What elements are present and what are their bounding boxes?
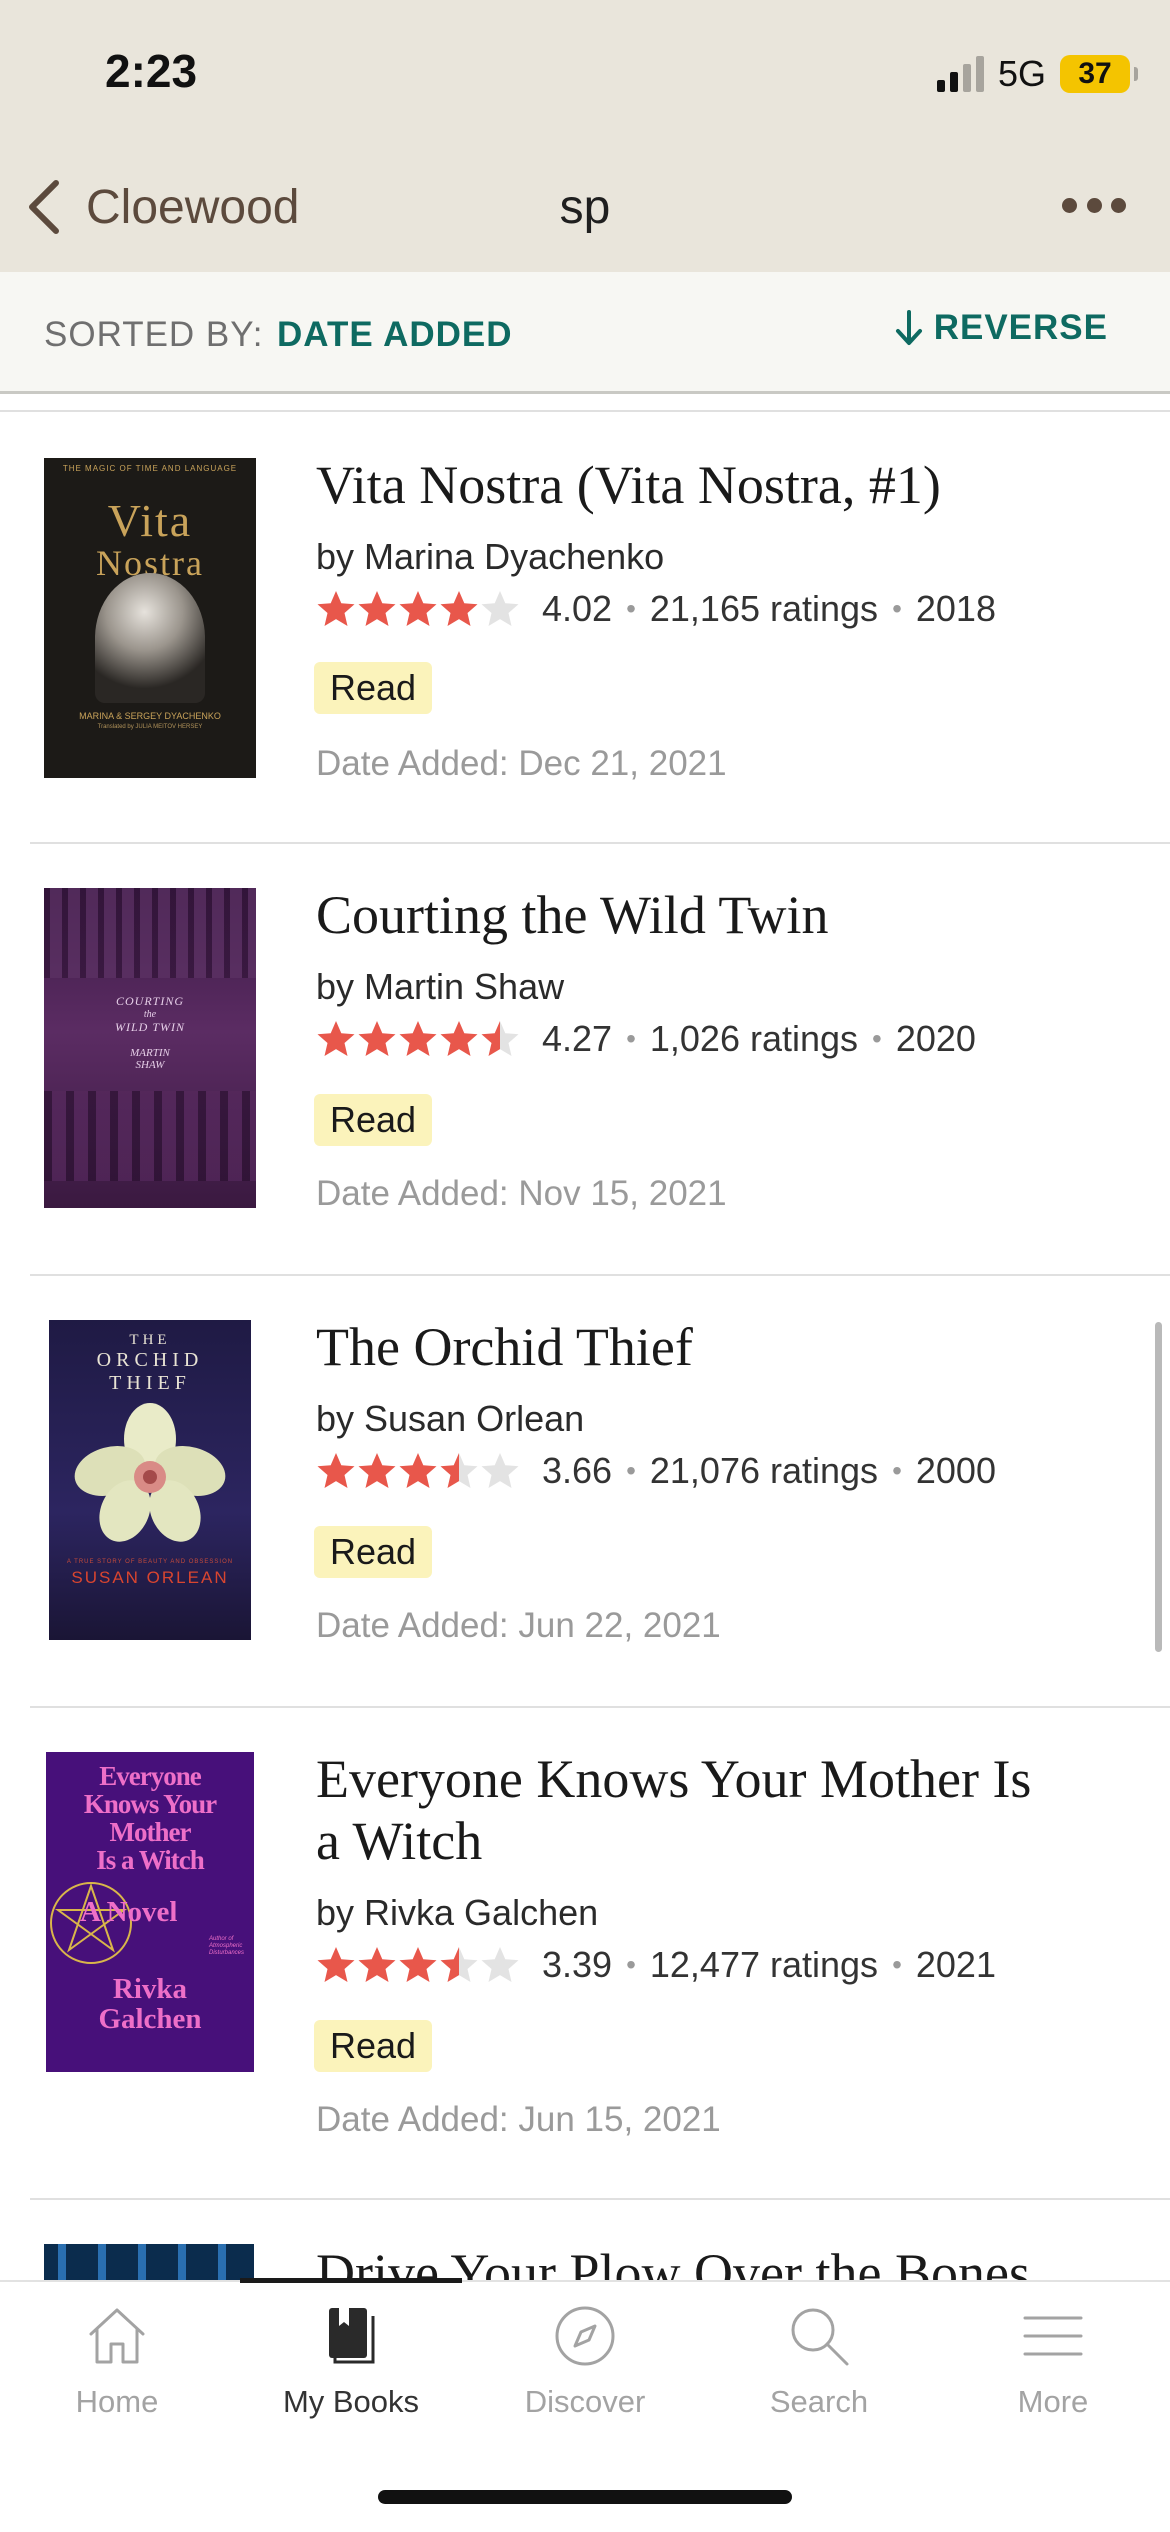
tab-search[interactable]: Search <box>702 2302 936 2442</box>
orchid-icon <box>74 1403 226 1542</box>
book-row-the-orchid-thief[interactable]: THE ORCHID THIEF A TRUE STORY OF BEAUTY … <box>30 1276 1170 1706</box>
reverse-sort-button[interactable]: REVERSE <box>894 308 1108 348</box>
cover-figure <box>95 573 205 703</box>
book-cover[interactable]: THE MAGIC OF TIME AND LANGUAGE Vita Nost… <box>44 458 256 778</box>
reverse-label: REVERSE <box>933 308 1108 347</box>
shelf-status-button[interactable]: Read <box>314 1094 433 1146</box>
rating-row: 4.27 • 1,026 ratings • 2020 <box>316 1018 976 1060</box>
tab-my-books[interactable]: My Books <box>234 2302 468 2442</box>
rating-row: 3.39 • 12,477 ratings • 2021 <box>316 1944 996 1986</box>
book-title[interactable]: Vita Nostra (Vita Nostra, #1) <box>316 454 1130 516</box>
publication-year: 2018 <box>915 588 996 629</box>
date-added: Date Added: Nov 15, 2021 <box>316 1174 727 1213</box>
star-icon <box>317 1947 355 1982</box>
shelf-status-button[interactable]: Read <box>314 2020 433 2072</box>
book-cover[interactable] <box>44 2244 254 2280</box>
star-icon <box>399 1947 437 1982</box>
date-added: Date Added: Dec 21, 2021 <box>316 744 727 783</box>
date-added: Date Added: Jun 15, 2021 <box>316 2100 721 2139</box>
star-icon <box>440 1453 478 1488</box>
star-icon <box>358 1021 396 1056</box>
sort-option-button[interactable]: DATE ADDED <box>277 315 513 355</box>
ratings-count: 21,165 ratings <box>649 588 879 629</box>
publication-year: 2000 <box>915 1450 996 1491</box>
network-type: 5G <box>997 53 1046 94</box>
my-books-icon <box>329 2308 375 2364</box>
star-icon <box>440 1021 478 1056</box>
rating-row: 3.66 • 21,076 ratings • 2000 <box>316 1450 996 1492</box>
avg-rating: 4.27 <box>542 1018 613 1059</box>
page-title: sp <box>559 181 611 234</box>
book-author[interactable]: by Marina Dyachenko <box>316 536 664 578</box>
star-icon <box>317 1453 355 1488</box>
star-icon <box>481 1453 519 1488</box>
star-icon <box>399 1453 437 1488</box>
star-icon <box>440 1947 478 1982</box>
book-title[interactable]: Courting the Wild Twin <box>316 884 1130 946</box>
sort-bar: SORTED BY: DATE ADDED REVERSE <box>0 272 1170 394</box>
star-icon <box>399 1021 437 1056</box>
book-row-everyone-knows-your-mother-is-a-witch[interactable]: Everyone Knows Your Mother Is a Witch A … <box>30 1708 1170 2198</box>
book-row-drive-your-plow-over-the-bones[interactable]: Drive Your Plow Over the Bones <box>30 2200 1170 2280</box>
star-icon <box>481 1021 519 1056</box>
star-icon <box>317 1021 355 1056</box>
compass-icon <box>555 2306 615 2366</box>
book-author[interactable]: by Martin Shaw <box>316 966 564 1008</box>
active-tab-indicator <box>240 2278 462 2283</box>
scrollbar[interactable] <box>1155 1322 1162 1652</box>
book-title[interactable]: Everyone Knows Your Mother Is a Witch <box>316 1748 1130 1872</box>
cellular-signal-icon <box>936 56 984 92</box>
avg-rating: 4.02 <box>542 588 613 629</box>
status-indicators: 5G 37 <box>936 50 1138 98</box>
star-icon <box>358 1453 396 1488</box>
star-icon <box>481 1947 519 1982</box>
star-icon <box>358 1947 396 1982</box>
avg-rating: 3.66 <box>542 1450 613 1491</box>
publication-year: 2020 <box>895 1018 976 1059</box>
publication-year: 2021 <box>915 1944 996 1985</box>
ratings-count: 1,026 ratings <box>649 1018 859 1059</box>
status-time: 2:23 <box>105 45 198 97</box>
top-header: 2:23 5G 37 Cloewood sp <box>0 0 1170 272</box>
tab-discover[interactable]: Discover <box>468 2302 702 2442</box>
star-icon <box>481 591 519 626</box>
star-icon <box>317 591 355 626</box>
book-cover[interactable]: Everyone Knows Your Mother Is a Witch A … <box>46 1752 254 2072</box>
shelf-status-button[interactable]: Read <box>314 662 433 714</box>
book-author[interactable]: by Rivka Galchen <box>316 1892 598 1934</box>
ratings-count: 21,076 ratings <box>649 1450 879 1491</box>
book-list: THE MAGIC OF TIME AND LANGUAGE Vita Nost… <box>0 410 1170 2280</box>
avg-rating: 3.39 <box>542 1944 613 1985</box>
book-author[interactable]: by Susan Orlean <box>316 1398 584 1440</box>
book-title[interactable]: Drive Your Plow Over the Bones <box>316 2242 1130 2280</box>
book-row-courting-the-wild-twin[interactable]: COURTING the WILD TWIN MARTIN SHAW Court… <box>30 844 1170 1274</box>
ratings-count: 12,477 ratings <box>649 1944 879 1985</box>
arrow-down-icon <box>895 310 922 345</box>
sort-label: SORTED BY: <box>44 315 264 354</box>
star-rating <box>316 1019 520 1059</box>
book-cover[interactable]: THE ORCHID THIEF A TRUE STORY OF BEAUTY … <box>49 1320 251 1640</box>
star-icon <box>440 591 478 626</box>
star-icon <box>399 591 437 626</box>
star-icon <box>358 591 396 626</box>
book-row-vita-nostra[interactable]: THE MAGIC OF TIME AND LANGUAGE Vita Nost… <box>30 412 1170 842</box>
home-icon <box>89 2308 145 2364</box>
star-rating <box>316 1451 520 1491</box>
search-icon <box>791 2308 849 2366</box>
book-cover[interactable]: COURTING the WILD TWIN MARTIN SHAW <box>44 888 256 1208</box>
home-indicator <box>378 2490 792 2504</box>
menu-icon <box>1023 2316 1083 2356</box>
ellipsis-icon[interactable] <box>1062 190 1126 220</box>
star-rating <box>316 1945 520 1985</box>
cover-trees <box>44 888 256 978</box>
star-rating <box>316 589 520 629</box>
shelf-status-button[interactable]: Read <box>314 1526 433 1578</box>
battery-icon: 37 <box>1060 55 1138 93</box>
date-added: Date Added: Jun 22, 2021 <box>316 1606 721 1645</box>
tab-home[interactable]: Home <box>0 2302 234 2442</box>
battery-level: 37 <box>1078 57 1112 90</box>
book-title[interactable]: The Orchid Thief <box>316 1316 1130 1378</box>
rating-row: 4.02 • 21,165 ratings • 2018 <box>316 588 996 630</box>
tab-more[interactable]: More <box>936 2302 1170 2442</box>
